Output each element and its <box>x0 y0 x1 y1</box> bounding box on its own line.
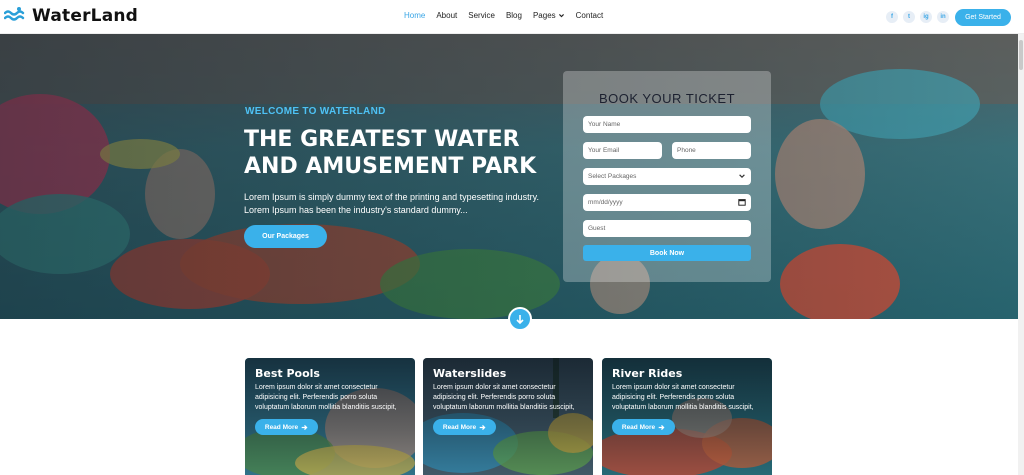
nav-blog[interactable]: Blog <box>506 11 522 20</box>
date-input[interactable]: mm/dd/yyyy <box>583 194 751 211</box>
brand-logo[interactable]: WaterLand <box>4 6 138 26</box>
nav-home[interactable]: Home <box>404 11 425 20</box>
page-scrollbar[interactable] <box>1018 34 1024 475</box>
nav-pages[interactable]: Pages <box>533 11 565 20</box>
read-more-button[interactable]: Read More <box>612 419 675 435</box>
booking-title: BOOK YOUR TICKET <box>598 91 736 106</box>
scroll-down-button[interactable] <box>508 307 532 331</box>
our-packages-button[interactable]: Our Packages <box>244 225 327 248</box>
hero-section: WELCOME TO WATERLAND THE GREATEST WATER … <box>0 34 1020 319</box>
nav-contact[interactable]: Contact <box>576 11 604 20</box>
main-nav: Home About Service Blog Pages Contact <box>404 11 603 20</box>
nav-pages-label: Pages <box>532 11 556 20</box>
card-title: Best Pools <box>255 367 320 380</box>
hero-welcome-text: WELCOME TO WATERLAND <box>245 106 386 117</box>
twitter-icon[interactable]: t <box>903 11 915 23</box>
page: WaterLand Home About Service Blog Pages … <box>0 0 1024 475</box>
nav-service[interactable]: Service <box>468 11 495 20</box>
card-waterslides: Waterslides Lorem ipsum dolor sit amet c… <box>423 358 593 475</box>
get-started-button[interactable]: Get Started <box>955 9 1011 26</box>
scrollbar-thumb[interactable] <box>1019 40 1023 70</box>
arrow-right-icon <box>658 424 665 430</box>
card-title: River Rides <box>612 367 683 380</box>
card-text: Lorem ipsum dolor sit amet consectetur a… <box>612 384 754 411</box>
read-more-button[interactable]: Read More <box>255 419 318 435</box>
instagram-icon[interactable]: ig <box>920 11 932 23</box>
card-best-pools: Best Pools Lorem ipsum dolor sit amet co… <box>245 358 415 475</box>
name-input[interactable]: Your Name <box>583 116 751 133</box>
phone-input[interactable]: Phone <box>672 142 751 159</box>
nav-about[interactable]: About <box>436 11 457 20</box>
waves-icon <box>4 7 25 21</box>
arrow-right-icon <box>301 424 308 430</box>
book-now-button[interactable]: Book Now <box>583 245 751 261</box>
package-select-value: Select Packages <box>588 173 637 180</box>
navbar: WaterLand Home About Service Blog Pages … <box>0 0 1024 34</box>
package-select[interactable]: Select Packages <box>583 168 751 185</box>
arrow-right-icon <box>479 424 486 430</box>
card-text: Lorem ipsum dolor sit amet consectetur a… <box>255 384 397 411</box>
brand-name: WaterLand <box>32 6 139 26</box>
card-text: Lorem ipsum dolor sit amet consectetur a… <box>433 384 575 411</box>
read-more-label: Read More <box>621 423 656 431</box>
calendar-icon[interactable] <box>738 198 746 206</box>
email-input[interactable]: Your Email <box>583 142 662 159</box>
card-river-rides: River Rides Lorem ipsum dolor sit amet c… <box>602 358 772 475</box>
hero-description: Lorem Ipsum is simply dummy text of the … <box>244 192 539 215</box>
date-input-value: mm/dd/yyyy <box>588 199 623 206</box>
booking-form: BOOK YOUR TICKET Your Name Your Email Ph… <box>563 71 771 282</box>
chevron-down-icon <box>739 174 745 179</box>
arrow-down-icon <box>516 314 524 324</box>
read-more-button[interactable]: Read More <box>433 419 496 435</box>
read-more-label: Read More <box>442 423 477 431</box>
guest-input[interactable]: Guest <box>583 220 751 237</box>
read-more-label: Read More <box>264 423 299 431</box>
card-title: Waterslides <box>433 367 507 380</box>
hero-title: THE GREATEST WATER AND AMUSEMENT PARK <box>244 127 537 179</box>
linkedin-icon[interactable]: in <box>937 11 949 23</box>
chevron-down-icon <box>558 14 564 18</box>
facebook-icon[interactable]: f <box>886 11 898 23</box>
social-links: f t ig in <box>886 11 949 23</box>
